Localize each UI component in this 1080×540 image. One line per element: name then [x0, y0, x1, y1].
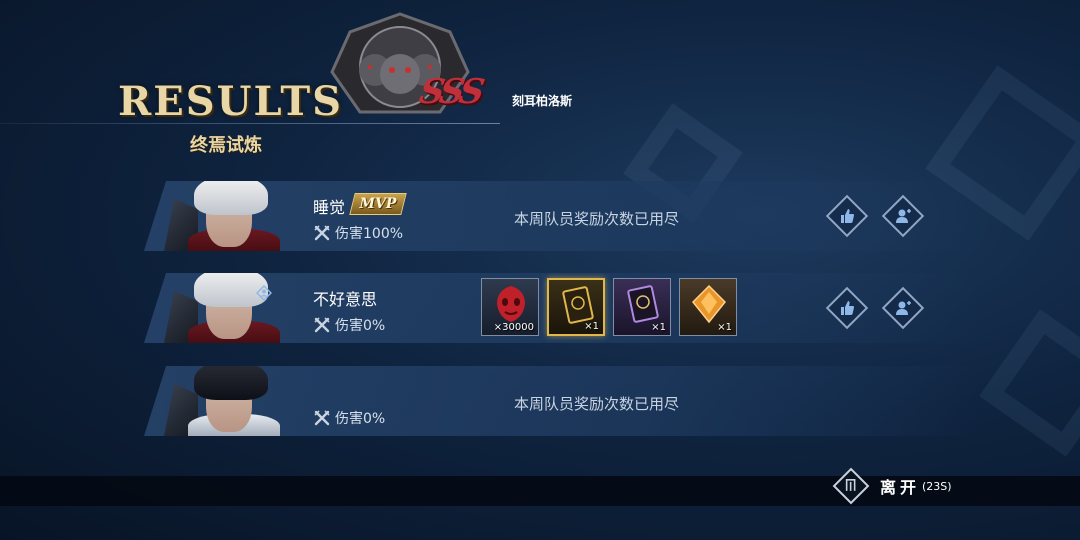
damage-value: 伤害0% [335, 318, 386, 334]
reward-item[interactable]: ×1 [547, 278, 605, 336]
leave-button[interactable]: 离开 (23S) [832, 467, 952, 505]
reward-item[interactable]: ×1 [613, 278, 671, 336]
reward-item[interactable]: ×1 [679, 278, 737, 336]
player-portrait [164, 181, 288, 251]
item-quantity: ×1 [584, 321, 599, 332]
player-row: 伤害0% 本周队员奖励次数已用尽 [144, 366, 980, 436]
purple-card-icon [627, 285, 659, 323]
player-portrait [164, 366, 288, 436]
countdown-timer: (23S) [922, 479, 952, 493]
thumbs-up-icon [841, 209, 854, 223]
reward-exhausted-note: 本周队员奖励次数已用尽 [514, 395, 680, 413]
results-title: RESULTS [118, 78, 344, 125]
damage-stat: 伤害0% [313, 408, 385, 428]
player-name: 睡觉 [313, 198, 346, 217]
leave-label: 离开 [880, 478, 921, 497]
mode-subtitle: 终焉试炼 [190, 135, 262, 156]
item-quantity: ×1 [651, 322, 666, 333]
add-friend-icon [896, 209, 911, 223]
add-friend-button[interactable] [881, 286, 925, 330]
reward-items: ×30000 ×1 ×1 ×1 [481, 278, 737, 336]
player-portrait [164, 273, 288, 343]
item-quantity: ×30000 [493, 322, 534, 333]
self-indicator-icon [256, 285, 272, 301]
add-friend-icon [896, 301, 911, 315]
orange-crystal-icon [691, 284, 727, 324]
reward-exhausted-note: 本周队员奖励次数已用尽 [514, 210, 680, 228]
rank-badge: SSS [416, 72, 484, 112]
like-button[interactable] [825, 286, 869, 330]
exit-door-icon [832, 467, 870, 505]
thumbs-up-icon [841, 301, 854, 315]
crossed-swords-icon [314, 317, 330, 333]
crossed-swords-icon [314, 410, 330, 426]
mvp-badge: MVP [349, 193, 407, 215]
background-decoration [979, 309, 1080, 457]
player-row: 不好意思 伤害0% ×30000 ×1 ×1 ×1 [144, 273, 980, 343]
damage-value: 伤害100% [335, 226, 404, 242]
damage-stat: 伤害0% [313, 315, 385, 335]
player-name: 不好意思 [313, 290, 378, 309]
player-row: 睡觉 MVP 伤害100% 本周队员奖励次数已用尽 [144, 181, 980, 251]
red-mask-icon [497, 286, 525, 322]
boss-name: 刻耳柏洛斯 [512, 94, 573, 108]
item-quantity: ×1 [717, 322, 732, 333]
damage-value: 伤害0% [335, 411, 386, 427]
reward-item[interactable]: ×30000 [481, 278, 539, 336]
add-friend-button[interactable] [881, 194, 925, 238]
damage-stat: 伤害100% [313, 223, 403, 243]
crossed-swords-icon [314, 225, 330, 241]
gold-card-icon [562, 286, 594, 324]
like-button[interactable] [825, 194, 869, 238]
